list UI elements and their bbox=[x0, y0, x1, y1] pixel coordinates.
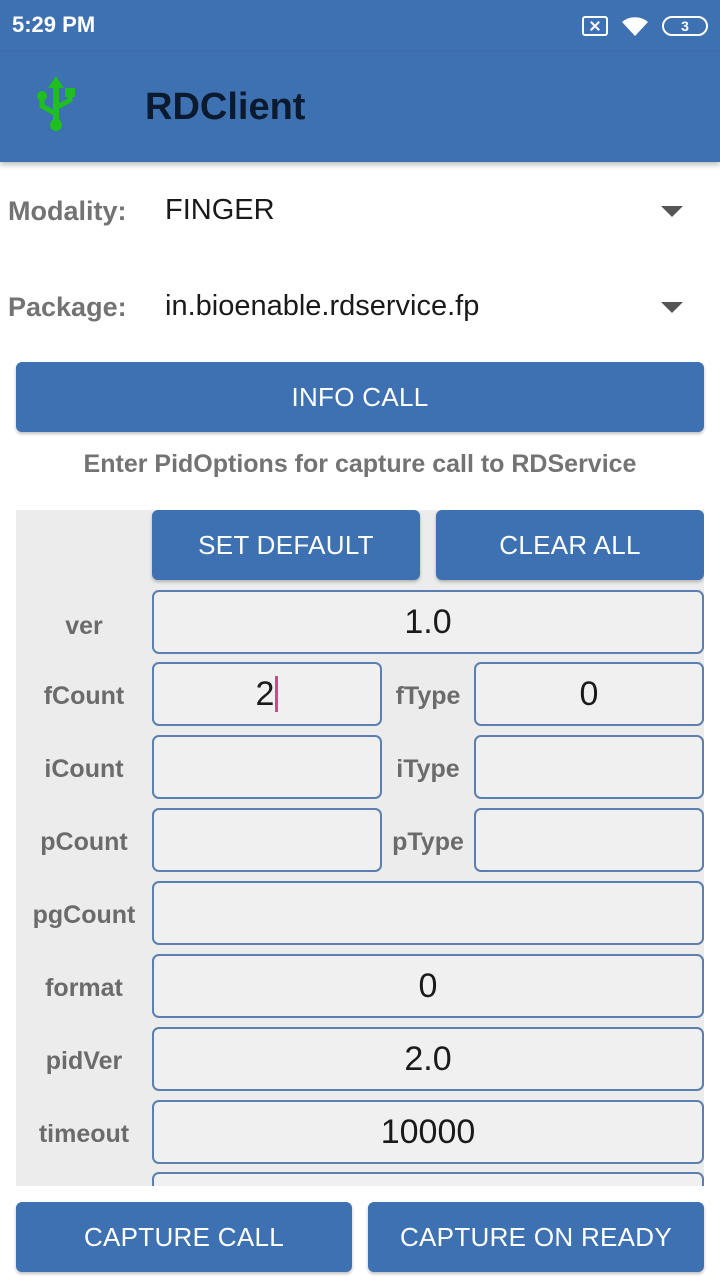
capture-call-button[interactable]: CAPTURE CALL bbox=[16, 1202, 352, 1272]
status-time: 5:29 PM bbox=[12, 12, 96, 37]
modality-label: Modality: bbox=[8, 196, 127, 226]
itype-field[interactable] bbox=[474, 735, 704, 799]
status-bar: 5:29 PM 3 bbox=[0, 0, 720, 52]
clear-all-button[interactable]: CLEAR ALL bbox=[436, 510, 704, 580]
ptype-field[interactable] bbox=[474, 808, 704, 872]
fcount-value: 2 bbox=[255, 674, 275, 713]
next-field-partial[interactable] bbox=[152, 1172, 704, 1186]
app-title: RDClient bbox=[145, 86, 306, 128]
pid-options-hint: Enter PidOptions for capture call to RDS… bbox=[83, 450, 637, 478]
fcount-label: fCount bbox=[43, 682, 125, 710]
ver-label: ver bbox=[65, 612, 103, 640]
package-label: Package: bbox=[8, 292, 127, 322]
pgcount-label: pgCount bbox=[32, 901, 136, 929]
set-default-button[interactable]: SET DEFAULT bbox=[152, 510, 420, 580]
pid-options-panel: SET DEFAULT CLEAR ALL ver 1.0 fCount 2 f… bbox=[16, 510, 704, 1186]
format-label: format bbox=[45, 974, 123, 1002]
battery-icon: 3 bbox=[662, 16, 708, 36]
modality-dropdown[interactable]: FINGER bbox=[165, 194, 275, 227]
timeout-field[interactable]: 10000 bbox=[152, 1100, 704, 1164]
wifi-icon bbox=[622, 17, 648, 36]
ptype-label: pType bbox=[392, 828, 464, 856]
pcount-label: pCount bbox=[40, 828, 128, 856]
app-bar: RDClient bbox=[0, 52, 720, 162]
package-dropdown-arrow-icon[interactable] bbox=[661, 302, 683, 313]
modality-dropdown-arrow-icon[interactable] bbox=[661, 206, 683, 217]
battery-level: 3 bbox=[681, 18, 689, 34]
ftype-field[interactable]: 0 bbox=[474, 662, 704, 726]
status-icons: 3 bbox=[582, 14, 708, 38]
pcount-field[interactable] bbox=[152, 808, 382, 872]
format-field[interactable]: 0 bbox=[152, 954, 704, 1018]
package-dropdown[interactable]: in.bioenable.rdservice.fp bbox=[165, 290, 479, 323]
sim-icon bbox=[582, 16, 608, 36]
text-cursor bbox=[275, 676, 279, 712]
icount-label: iCount bbox=[44, 755, 124, 783]
capture-on-ready-button[interactable]: CAPTURE ON READY bbox=[368, 1202, 704, 1272]
ver-field[interactable]: 1.0 bbox=[152, 590, 704, 654]
pgcount-field[interactable] bbox=[152, 881, 704, 945]
itype-label: iType bbox=[396, 755, 460, 783]
fcount-field[interactable]: 2 bbox=[152, 662, 382, 726]
usb-icon bbox=[37, 76, 75, 131]
pidver-field[interactable]: 2.0 bbox=[152, 1027, 704, 1091]
info-call-button[interactable]: INFO CALL bbox=[16, 362, 704, 432]
ftype-label: fType bbox=[395, 682, 461, 710]
pidver-label: pidVer bbox=[45, 1047, 123, 1075]
timeout-label: timeout bbox=[38, 1120, 130, 1148]
icount-field[interactable] bbox=[152, 735, 382, 799]
